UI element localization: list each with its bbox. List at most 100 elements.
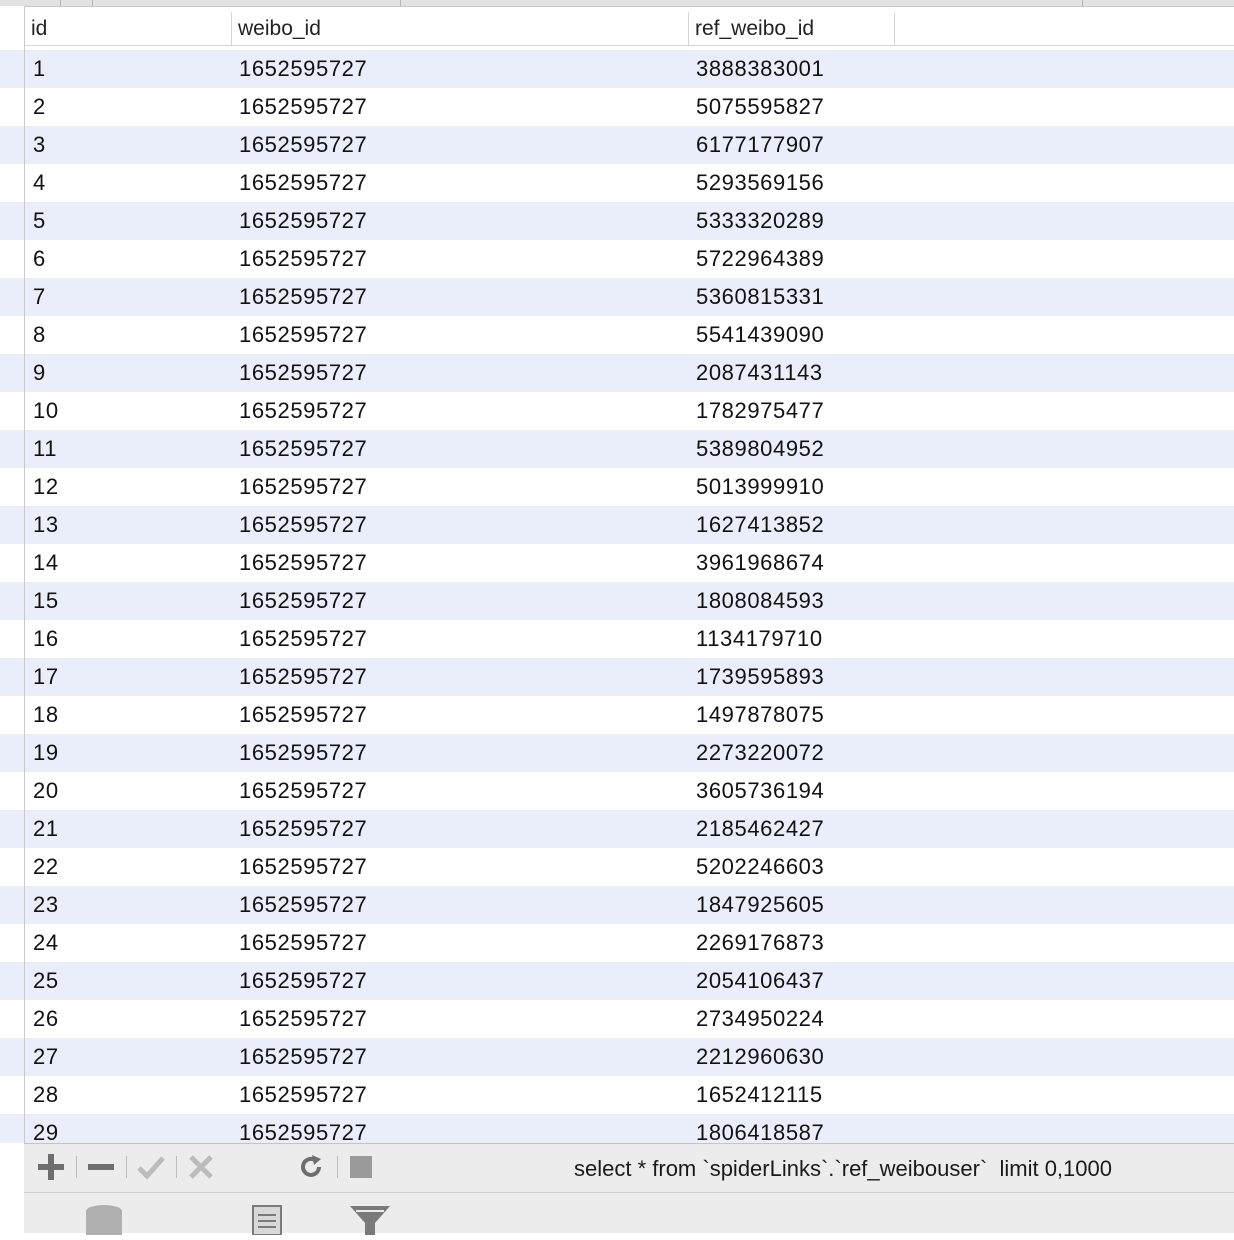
cell-weibo-id[interactable]: 1652595727 [239, 696, 367, 734]
cell-ref-weibo-id[interactable]: 5722964389 [696, 240, 824, 278]
cell-weibo-id[interactable]: 1652595727 [239, 1038, 367, 1076]
cell-weibo-id[interactable]: 1652595727 [239, 734, 367, 772]
cell-ref-weibo-id[interactable]: 6177177907 [696, 126, 824, 164]
cell-ref-weibo-id[interactable]: 5013999910 [696, 468, 824, 506]
cell-weibo-id[interactable]: 1652595727 [239, 544, 367, 582]
cell-ref-weibo-id[interactable]: 1782975477 [696, 392, 824, 430]
cell-weibo-id[interactable]: 1652595727 [239, 50, 367, 88]
database-icon[interactable] [82, 1203, 126, 1240]
table-row[interactable]: 16 1652595727 1134179710 [25, 620, 1234, 658]
cell-ref-weibo-id[interactable]: 2269176873 [696, 924, 824, 962]
table-row[interactable]: 5 1652595727 5333320289 [25, 202, 1234, 240]
cell-id[interactable]: 17 [33, 658, 59, 696]
cell-ref-weibo-id[interactable]: 2087431143 [696, 354, 823, 392]
cell-weibo-id[interactable]: 1652595727 [239, 1114, 367, 1143]
cell-id[interactable]: 4 [33, 164, 46, 202]
cell-weibo-id[interactable]: 1652595727 [239, 240, 367, 278]
table-row[interactable]: 22 1652595727 5202246603 [25, 848, 1234, 886]
document-icon[interactable] [250, 1203, 284, 1240]
table-row[interactable]: 7 1652595727 5360815331 [25, 278, 1234, 316]
cell-id[interactable]: 1 [33, 50, 46, 88]
cell-id[interactable]: 3 [33, 126, 46, 164]
cell-weibo-id[interactable]: 1652595727 [239, 582, 367, 620]
table-row[interactable]: 8 1652595727 5541439090 [25, 316, 1234, 354]
cell-id[interactable]: 2 [33, 88, 46, 126]
table-row[interactable]: 9 1652595727 2087431143 [25, 354, 1234, 392]
table-row[interactable]: 25 1652595727 2054106437 [25, 962, 1234, 1000]
table-row[interactable]: 12 1652595727 5013999910 [25, 468, 1234, 506]
table-row[interactable]: 17 1652595727 1739595893 [25, 658, 1234, 696]
cell-weibo-id[interactable]: 1652595727 [239, 202, 367, 240]
cell-weibo-id[interactable]: 1652595727 [239, 468, 367, 506]
cell-id[interactable]: 26 [33, 1000, 59, 1038]
cell-weibo-id[interactable]: 1652595727 [239, 1000, 367, 1038]
cell-ref-weibo-id[interactable]: 1847925605 [696, 886, 824, 924]
cell-ref-weibo-id[interactable]: 1627413852 [696, 506, 824, 544]
filter-icon[interactable] [348, 1203, 392, 1240]
column-header-weibo-id[interactable]: weibo_id [231, 12, 688, 45]
cell-ref-weibo-id[interactable]: 5389804952 [696, 430, 824, 468]
cell-ref-weibo-id[interactable]: 2734950224 [696, 1000, 824, 1038]
cell-ref-weibo-id[interactable]: 3961968674 [696, 544, 824, 582]
table-row[interactable]: 11 1652595727 5389804952 [25, 430, 1234, 468]
cell-ref-weibo-id[interactable]: 2185462427 [696, 810, 824, 848]
cell-ref-weibo-id[interactable]: 5541439090 [696, 316, 824, 354]
cell-ref-weibo-id[interactable]: 1739595893 [696, 658, 824, 696]
table-row[interactable]: 10 1652595727 1782975477 [25, 392, 1234, 430]
cell-id[interactable]: 8 [33, 316, 46, 354]
cell-ref-weibo-id[interactable]: 2273220072 [696, 734, 824, 772]
cell-ref-weibo-id[interactable]: 1134179710 [696, 620, 823, 658]
column-header-ref-weibo-id[interactable]: ref_weibo_id [688, 12, 895, 45]
cell-ref-weibo-id[interactable]: 5075595827 [696, 88, 824, 126]
cell-id[interactable]: 14 [33, 544, 59, 582]
table-row[interactable]: 24 1652595727 2269176873 [25, 924, 1234, 962]
cell-ref-weibo-id[interactable]: 1652412115 [696, 1076, 823, 1114]
cell-id[interactable]: 23 [33, 886, 59, 924]
cell-weibo-id[interactable]: 1652595727 [239, 164, 367, 202]
cell-id[interactable]: 15 [33, 582, 59, 620]
cell-id[interactable]: 11 [33, 430, 57, 468]
table-row[interactable]: 13 1652595727 1627413852 [25, 506, 1234, 544]
table-row[interactable]: 18 1652595727 1497878075 [25, 696, 1234, 734]
table-row[interactable]: 15 1652595727 1808084593 [25, 582, 1234, 620]
cell-ref-weibo-id[interactable]: 1497878075 [696, 696, 824, 734]
cell-id[interactable]: 19 [33, 734, 59, 772]
discard-icon[interactable] [184, 1152, 218, 1182]
table-row[interactable]: 26 1652595727 2734950224 [25, 1000, 1234, 1038]
table-row[interactable]: 6 1652595727 5722964389 [25, 240, 1234, 278]
cell-id[interactable]: 28 [33, 1076, 59, 1114]
table-row[interactable]: 2 1652595727 5075595827 [25, 88, 1234, 126]
stop-icon[interactable] [344, 1152, 378, 1182]
cell-ref-weibo-id[interactable]: 5202246603 [696, 848, 824, 886]
cell-id[interactable]: 20 [33, 772, 59, 810]
cell-ref-weibo-id[interactable]: 5360815331 [696, 278, 824, 316]
cell-weibo-id[interactable]: 1652595727 [239, 354, 367, 392]
cell-ref-weibo-id[interactable]: 3888383001 [696, 50, 824, 88]
cell-ref-weibo-id[interactable]: 3605736194 [696, 772, 824, 810]
cell-weibo-id[interactable]: 1652595727 [239, 88, 367, 126]
table-row[interactable]: 28 1652595727 1652412115 [25, 1076, 1234, 1114]
table-row[interactable]: 19 1652595727 2273220072 [25, 734, 1234, 772]
result-grid[interactable]: 1 1652595727 3888383001 2 1652595727 50755958… [25, 50, 1234, 1143]
cell-ref-weibo-id[interactable]: 1808084593 [696, 582, 824, 620]
cell-weibo-id[interactable]: 1652595727 [239, 506, 367, 544]
table-row[interactable]: 29 1652595727 1806418587 [25, 1114, 1234, 1143]
cell-id[interactable]: 22 [33, 848, 59, 886]
cell-ref-weibo-id[interactable]: 2212960630 [696, 1038, 824, 1076]
cell-id[interactable]: 25 [33, 962, 59, 1000]
commit-icon[interactable] [134, 1152, 168, 1182]
remove-row-icon[interactable] [84, 1152, 118, 1182]
cell-ref-weibo-id[interactable]: 5333320289 [696, 202, 824, 240]
cell-weibo-id[interactable]: 1652595727 [239, 772, 367, 810]
cell-weibo-id[interactable]: 1652595727 [239, 620, 367, 658]
table-row[interactable]: 4 1652595727 5293569156 [25, 164, 1234, 202]
table-row[interactable]: 27 1652595727 2212960630 [25, 1038, 1234, 1076]
cell-weibo-id[interactable]: 1652595727 [239, 430, 367, 468]
column-header-id[interactable]: id [25, 12, 231, 45]
add-row-icon[interactable] [34, 1152, 68, 1182]
cell-weibo-id[interactable]: 1652595727 [239, 924, 367, 962]
cell-ref-weibo-id[interactable]: 2054106437 [696, 962, 824, 1000]
cell-ref-weibo-id[interactable]: 5293569156 [696, 164, 824, 202]
cell-id[interactable]: 29 [33, 1114, 59, 1143]
table-row[interactable]: 14 1652595727 3961968674 [25, 544, 1234, 582]
